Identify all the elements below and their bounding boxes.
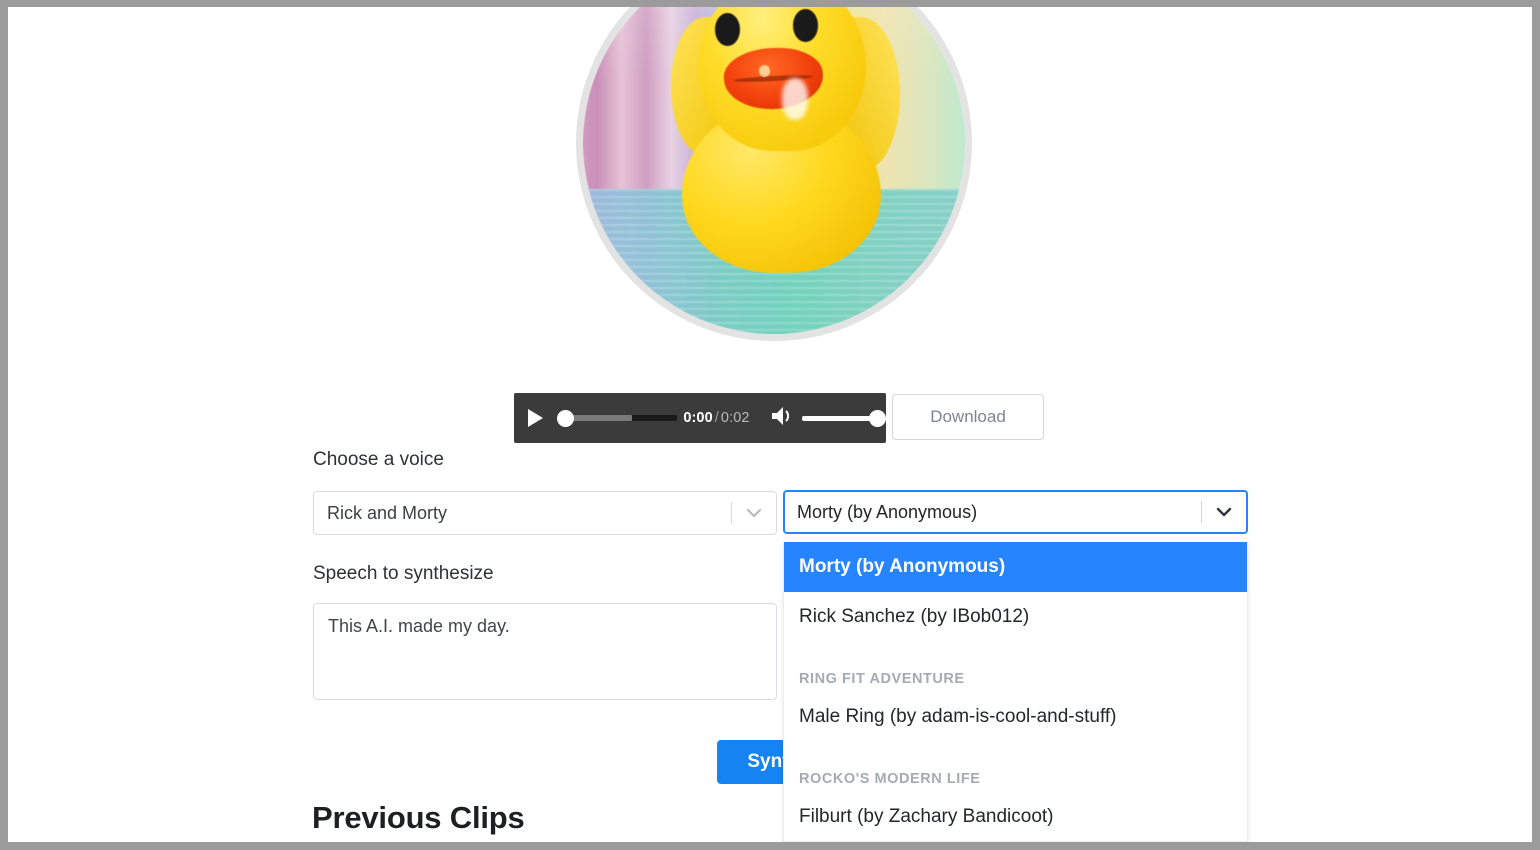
dropdown-option[interactable]: Male Ring (by adam-is-cool-and-stuff) — [784, 692, 1247, 742]
dropdown-group-label: ROCKO'S MODERN LIFE — [799, 771, 981, 787]
mute-button[interactable] — [762, 393, 803, 443]
avatar — [576, 7, 972, 341]
avatar-blur-overlay — [583, 7, 965, 334]
play-icon — [526, 408, 544, 428]
speech-textarea[interactable]: This A.I. made my day. — [313, 603, 777, 700]
previous-clips-heading: Previous Clips — [312, 800, 525, 835]
browser-window-frame: 0:00/0:02 Download Choose a voice Speech… — [0, 0, 1540, 850]
chevron-down-icon[interactable] — [1202, 492, 1246, 532]
play-button[interactable] — [514, 393, 557, 443]
dropdown-spacer — [784, 742, 1247, 752]
chevron-down-icon[interactable] — [732, 492, 776, 534]
volume-track — [802, 415, 878, 421]
volume-high-icon — [770, 406, 794, 431]
time-display: 0:00/0:02 — [683, 410, 749, 426]
page-canvas: 0:00/0:02 Download Choose a voice Speech… — [8, 7, 1532, 842]
speech-to-synthesize-label: Speech to synthesize — [313, 563, 494, 584]
duration-time: 0:02 — [720, 410, 750, 426]
download-button[interactable]: Download — [892, 394, 1044, 440]
dropdown-option[interactable]: Rick Sanchez (by IBob012) — [784, 592, 1247, 642]
seek-slider[interactable] — [556, 393, 678, 443]
voice-category-select-value: Rick and Morty — [327, 502, 448, 523]
current-time: 0:00 — [683, 410, 713, 426]
seek-handle[interactable] — [556, 409, 574, 427]
choose-voice-label: Choose a voice — [313, 449, 444, 470]
dropdown-group-label: RING FIT ADVENTURE — [799, 671, 965, 687]
volume-handle[interactable] — [869, 409, 886, 427]
voice-select-value: Morty (by Anonymous) — [797, 501, 978, 522]
dropdown-option[interactable]: Filburt (by Zachary Bandicoot) — [784, 792, 1247, 841]
seek-track — [562, 415, 678, 421]
voice-category-select[interactable]: Rick and Morty — [313, 491, 777, 535]
volume-slider[interactable] — [802, 393, 886, 443]
rubber-duck-avatar-image — [583, 7, 965, 334]
voice-select[interactable]: Morty (by Anonymous) — [783, 490, 1248, 534]
audio-player-row: 0:00/0:02 Download — [514, 393, 1046, 445]
voice-select-dropdown[interactable]: Morty (by Anonymous) Rick Sanchez (by IB… — [783, 542, 1248, 842]
dropdown-option[interactable]: Morty (by Anonymous) — [784, 542, 1247, 592]
time-separator: / — [714, 410, 719, 426]
audio-player[interactable]: 0:00/0:02 — [514, 393, 886, 443]
dropdown-spacer — [784, 642, 1247, 652]
